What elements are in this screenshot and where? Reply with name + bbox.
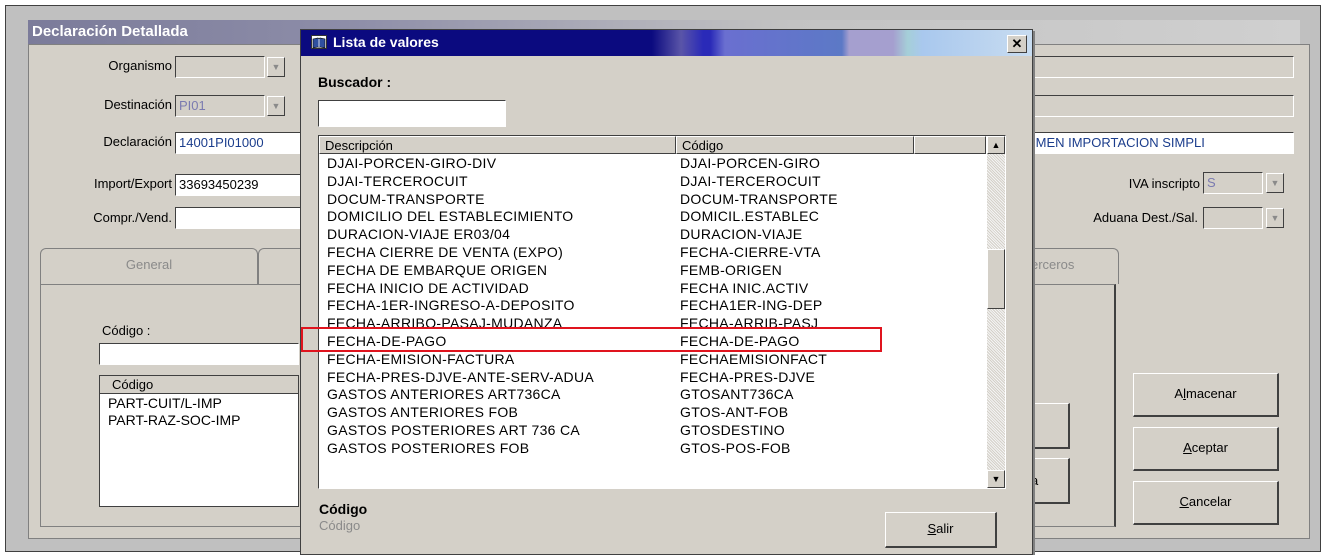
table-row[interactable]: FECHA-EMISION-FACTURA FECHAEMISIONFACT [319,351,986,368]
row-descripcion: DJAI-PORCEN-GIRO-DIV [327,155,497,171]
declaracion-label: Declaración [103,134,172,149]
book-icon [311,35,327,49]
row-descripcion: DURACION-VIAJE ER03/04 [327,226,511,243]
row-codigo: FECHA-CIERRE-VTA [680,244,821,260]
status-title: Código [319,501,368,517]
search-label: Buscador : [318,74,392,90]
row-codigo: FECHA-PRES-DJVE [680,368,816,385]
row-codigo: FECHAEMISIONFACT [680,350,828,367]
declaracion-field[interactable]: 14001PI01000 [175,132,301,154]
row-codigo: FECHA INIC.ACTIV [680,279,809,296]
regimen-field: IMEN IMPORTACION SIMPLI [1028,132,1294,154]
row-codigo: GTOS-POS-FOB [680,439,791,456]
salir-button[interactable]: Salir [885,512,997,548]
lista-valores-dialog: Lista de valores ✕ Buscador : Descripció… [300,29,1033,555]
table-row[interactable]: DJAI-TERCEROCUIT DJAI-TERCEROCUIT [319,173,986,190]
table-row[interactable]: FECHA-PRES-DJVE-ANTE-SERV-ADUA FECHA-PRES… [319,369,986,386]
destinacion-field[interactable]: PI01 [175,95,265,117]
table-row[interactable]: GASTOS POSTERIORES FOB GTOS-POS-FOB [319,440,986,457]
tab-general[interactable]: General [40,248,258,284]
status-value: Código [319,518,361,533]
organismo-dropdown-icon[interactable]: ▼ [267,57,285,77]
aduana-dropdown-icon[interactable]: ▼ [1266,208,1284,228]
table-row[interactable]: FECHA DE EMBARQUE ORIGEN FEMB-ORIGEN [319,262,986,279]
table-row[interactable]: DJAI-PORCEN-GIRO-DIV DJAI-PORCEN-GIRO [319,155,986,172]
row-codigo: DOMICIL.ESTABLEC [680,208,820,225]
table-row[interactable]: FECHA INICIO DE ACTIVIDAD FECHA INIC.ACTI… [319,280,986,297]
column-header-extra [914,136,986,154]
dialog-title-bar[interactable]: Lista de valores ✕ [301,30,1032,56]
dialog-title: Lista de valores [333,34,439,50]
organismo-label: Organismo [108,58,172,73]
row-codigo: FEMB-ORIGEN [680,261,783,278]
tab-terceros[interactable]: erceros [1025,248,1119,284]
row-descripcion: GASTOS ANTERIORES FOB [327,404,519,421]
row-descripcion: DOMICILIO DEL ESTABLECIMIENTO [327,208,574,225]
row-codigo: DJAI-PORCEN-GIRO [680,155,821,171]
list-item[interactable]: PART-CUIT/L-IMP [100,394,298,412]
row-descripcion: FECHA INICIO DE ACTIVIDAD [327,279,529,296]
destinacion-desc-field [1028,95,1294,117]
row-descripcion: DJAI-TERCEROCUIT [327,172,468,189]
row-descripcion: FECHA-EMISION-FACTURA [327,350,515,367]
import-export-field[interactable]: 33693450239 [175,174,301,196]
table-row[interactable]: DOCUM-TRANSPORTE DOCUM-TRANSPORTE [319,191,986,208]
search-input[interactable] [318,100,506,127]
row-codigo: DOCUM-TRANSPORTE [680,190,838,207]
codigo-label: Código : [102,323,151,338]
row-descripcion: DOCUM-TRANSPORTE [327,190,485,207]
row-codigo: FECHA1ER-ING-DEP [680,297,823,314]
row-codigo: GTOSANT736CA [680,386,794,403]
table-row[interactable]: DOMICILIO DEL ESTABLECIMIENTO DOMICIL.EST… [319,208,986,225]
partial-button-2[interactable]: a [1028,458,1070,504]
aduana-dest-label: Aduana Dest./Sal. [1093,210,1198,225]
row-descripcion: GASTOS ANTERIORES ART736CA [327,386,561,403]
table-row[interactable]: GASTOS POSTERIORES ART 736 CA GTOSDESTINO [319,422,986,439]
row-codigo: GTOSDESTINO [680,422,785,438]
row-codigo: DURACION-VIAJE [680,226,803,243]
table-row[interactable]: FECHA CIERRE DE VENTA (EXPO) FECHA-CIERRE… [319,244,986,261]
vertical-scrollbar[interactable]: ▲ ▼ [987,136,1005,488]
compr-vend-label: Compr./Vend. [93,210,172,225]
compr-vend-field[interactable] [175,207,301,229]
row-descripcion: GASTOS POSTERIORES FOB [327,439,530,456]
list-item[interactable]: PART-RAZ-SOC-IMP [100,412,298,428]
row-descripcion: GASTOS POSTERIORES ART 736 CA [327,422,581,438]
row-codigo: DJAI-TERCEROCUIT [680,172,821,189]
column-header-descripcion[interactable]: Descripción [319,136,676,154]
row-descripcion: FECHA-1ER-INGRESO-A-DEPOSITO [327,297,575,314]
row-codigo: GTOS-ANT-FOB [680,404,789,421]
scroll-thumb[interactable] [987,249,1005,309]
destinacion-dropdown-icon[interactable]: ▼ [267,96,285,116]
aduana-dest-field[interactable] [1203,207,1263,229]
cancelar-button[interactable]: Cancelar [1133,481,1279,525]
column-header-codigo[interactable]: Código [676,136,914,154]
aceptar-button[interactable]: Aceptar [1133,427,1279,471]
codigo-list-header: Código [100,376,298,394]
iva-inscripto-field[interactable]: S [1203,172,1263,194]
codigo-list[interactable]: Código PART-CUIT/L-IMP PART-RAZ-SOC-IMP [99,375,299,507]
destinacion-label: Destinación [104,97,172,112]
highlight-box [301,327,882,352]
row-descripcion: FECHA CIERRE DE VENTA (EXPO) [327,244,564,260]
scroll-down-icon[interactable]: ▼ [987,470,1005,488]
partial-button-1[interactable] [1028,403,1070,449]
row-descripcion: FECHA DE EMBARQUE ORIGEN [327,261,548,278]
iva-dropdown-icon[interactable]: ▼ [1266,173,1284,193]
table-row[interactable]: GASTOS ANTERIORES FOB GTOS-ANT-FOB [319,404,986,421]
iva-inscripto-label: IVA inscripto [1128,176,1200,191]
row-descripcion: FECHA-PRES-DJVE-ANTE-SERV-ADUA [327,368,595,385]
close-icon[interactable]: ✕ [1007,35,1027,53]
table-row[interactable]: DURACION-VIAJE ER03/04 DURACION-VIAJE [319,226,986,243]
codigo-input[interactable] [99,343,299,365]
table-row[interactable]: GASTOS ANTERIORES ART736CA GTOSANT736CA [319,386,986,403]
import-export-label: Import/Export [93,176,172,191]
almacenar-button[interactable]: Almacenar [1133,373,1279,417]
organismo-desc-field [1028,56,1294,78]
scroll-up-icon[interactable]: ▲ [987,136,1005,154]
values-list[interactable]: Descripción Código DJAI-PORCEN-GIRO-DIV D… [318,135,1006,489]
table-row[interactable]: FECHA-1ER-INGRESO-A-DEPOSITO FECHA1ER-ING… [319,297,986,314]
organismo-field[interactable] [175,56,265,78]
